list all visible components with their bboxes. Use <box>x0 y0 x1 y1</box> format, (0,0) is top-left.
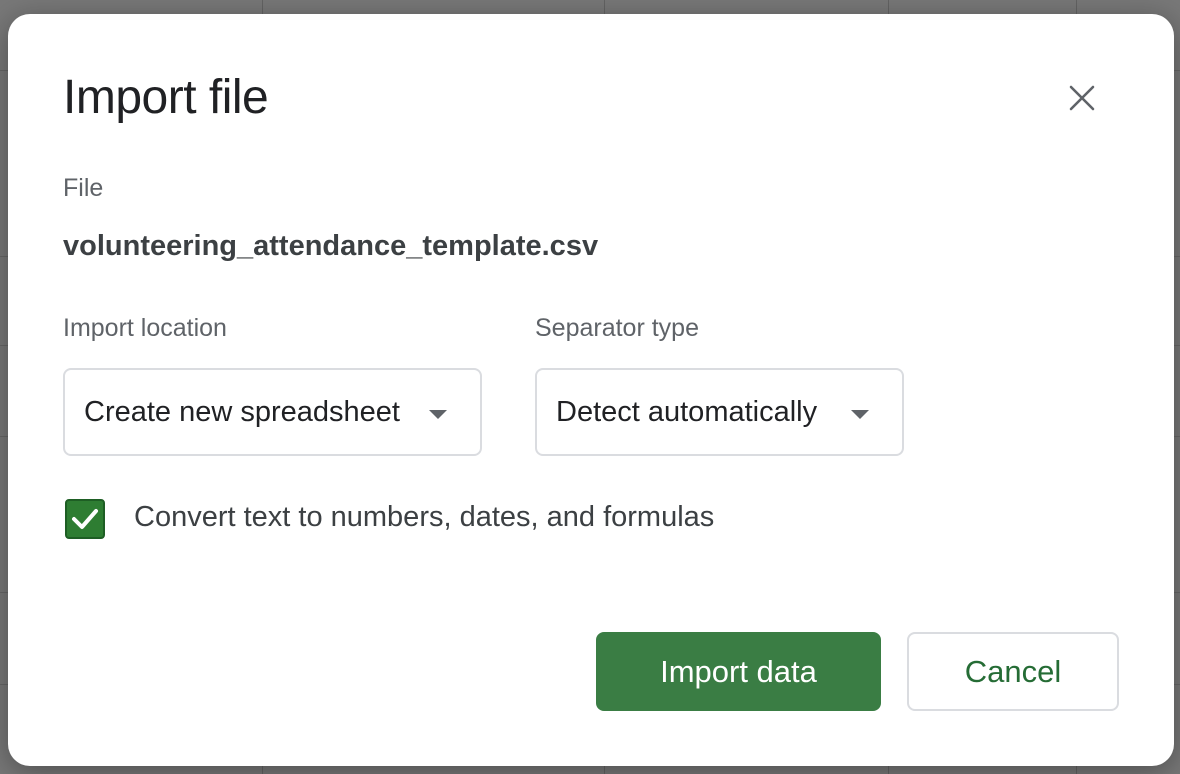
file-label: File <box>63 174 104 202</box>
checkmark-icon <box>72 509 98 529</box>
dropdown-arrow-icon <box>429 410 447 419</box>
dropdown-arrow-icon <box>851 410 869 419</box>
import-location-label: Import location <box>63 314 227 342</box>
close-button[interactable] <box>1062 78 1102 118</box>
import-data-button[interactable]: Import data <box>596 632 881 711</box>
separator-type-dropdown[interactable]: Detect automatically <box>535 368 904 456</box>
close-icon <box>1069 85 1095 111</box>
separator-type-label: Separator type <box>535 314 699 342</box>
convert-checkbox-label[interactable]: Convert text to numbers, dates, and form… <box>134 501 714 534</box>
cancel-button[interactable]: Cancel <box>907 632 1119 711</box>
import-location-value: Create new spreadsheet <box>84 395 400 428</box>
convert-checkbox[interactable] <box>65 499 105 539</box>
import-location-dropdown[interactable]: Create new spreadsheet <box>63 368 482 456</box>
import-file-dialog: Import file File volunteering_attendance… <box>8 14 1174 766</box>
file-name: volunteering_attendance_template.csv <box>63 230 599 262</box>
dialog-title: Import file <box>63 71 269 124</box>
separator-type-value: Detect automatically <box>556 395 818 428</box>
